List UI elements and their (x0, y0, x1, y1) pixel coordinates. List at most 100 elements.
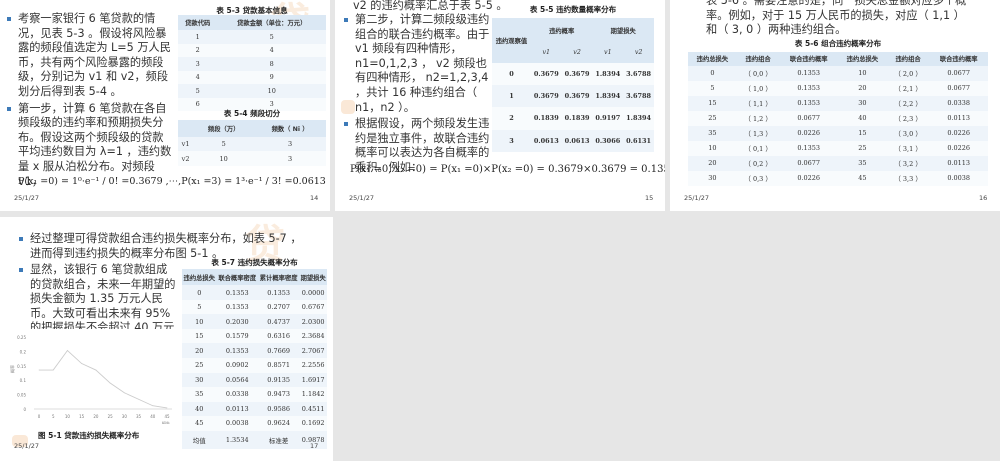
table-cell: 15 (837, 125, 887, 141)
table-title: 表 5-6 组合违约概率分布 (794, 39, 882, 48)
table-row: 30 0.0564 0.9135 1.6917 (182, 372, 327, 388)
table-cell: 0.3679 (530, 84, 562, 108)
table-cell: 0.3679 (561, 62, 593, 85)
table-cell: 0.0038 (929, 170, 988, 186)
x-tick-label: 40 (150, 414, 156, 419)
table-cell: 0.9624 (257, 416, 300, 431)
table-cell: 标准差 (257, 430, 300, 449)
table-row: 24 (178, 43, 326, 58)
slide-thumbnail-15[interactable]: v2 的违约概率汇总于表 5-5 。 第二步，计算二频段级违约组合的联合违约概率… (335, 0, 665, 211)
loss-distribution-chart: 0 0.05 0.1 0.15 0.2 0.25 0 5 10 15 20 25 30 35 40 45损失 概… (9, 335, 172, 424)
table-header-cell: 违约总损失 (837, 52, 887, 66)
table-cell: 0.0226 (779, 170, 838, 186)
slide-number: 17 (310, 442, 319, 450)
table-header-cell: 违约概率 (530, 18, 593, 44)
table-cell: 0.0613 (561, 129, 593, 152)
table-cell: 0.0000 (299, 285, 327, 300)
table-cell: 10 (688, 140, 737, 156)
data-point (67, 350, 68, 351)
slide-thumbnail-16[interactable]: 表 5-6 。需要注意的是，同一损失总金额对应多个概率。例如，对于 15 万人民… (670, 0, 1000, 211)
table-cell: 0.0677 (779, 110, 838, 126)
table-cell: 3 (254, 151, 326, 166)
table-cell: 1 (178, 30, 218, 44)
table-cell: 3.6788 (623, 62, 654, 85)
table-row: 35 （ 1,3 ） 0.0226 15 （ 3,0 ） 0.0226 (688, 125, 988, 141)
x-tick-label: 45 (164, 414, 170, 419)
table-cell: 0.6131 (623, 129, 654, 152)
data-point (152, 405, 154, 407)
table-cell: 0 (492, 62, 531, 85)
table-title: 表 5-5 违约数量概率分布 (529, 5, 617, 14)
table-row: 30 （ 0,3 ） 0.0226 45 （ 3,3 ） 0.0038 (688, 170, 988, 186)
table-header-cell (178, 120, 194, 137)
table-cell: 10 (837, 65, 887, 81)
bullet-item: 第二步，计算二频段级违约组合的联合违约概率。由于 v1 频段有四种情形，n1=0… (343, 13, 493, 115)
table-cell: 35 (182, 387, 217, 402)
table-header-cell: 违约总损失 (182, 269, 217, 286)
bullet-item: 考察一家银行 6 笔贷款的情况，见表 5-3 。假设将风险暴露的频段值选定为 L… (6, 12, 174, 100)
data-point (109, 382, 111, 384)
table-row: 15 (178, 30, 326, 44)
table-header-cell: v1 (530, 43, 562, 63)
table-cell: 0.1353 (216, 285, 258, 300)
table-cell: 0.0677 (929, 80, 988, 96)
data-point (81, 363, 83, 364)
table-cell: 0.0113 (929, 155, 988, 171)
y-axis-label: 概率 (9, 365, 15, 373)
figure-caption: 图 5-1 贷款违约损失概率分布 (38, 431, 140, 440)
table-cell: 2.2556 (299, 358, 327, 373)
table-cell: 0.0226 (779, 125, 838, 141)
table-cell: 0.0226 (929, 125, 988, 141)
cut-text: 表 5-6 。需要注意的是，同一损失总金额对应多个概率。例如，对于 15 万人民… (706, 0, 967, 37)
table-cell: （ 0,1 ） (736, 140, 780, 156)
y-tick-label: 0.1 (20, 378, 27, 383)
table-title: 表 5-4 频段切分 (223, 109, 281, 118)
slide-number: 15 (645, 194, 654, 202)
bullet-item: 显然，该银行 6 笔贷款组成的贷款组合，未来一年期望的损失金额为 1.35 万元… (18, 263, 176, 329)
table-cell: 35 (688, 125, 737, 141)
table-cell: 0.1353 (779, 95, 838, 111)
slide-thumbnail-14[interactable]: 贷 考察一家银行 6 笔贷款的情况，见表 5-3 。假设将风险暴露的频段值选定为… (0, 0, 330, 211)
table-header-cell: 违约组合 (886, 52, 930, 66)
table-cell: 0.1353 (216, 299, 258, 315)
table-cell: 1.3534 (216, 430, 258, 449)
table-cell: 3 (178, 57, 218, 71)
table-cell: 5 (217, 30, 326, 44)
table-cell: 0.4511 (299, 401, 327, 417)
combo-prob-table-grid: 违约总损失 违约组合 联合违约概率 违约总损失 违约组合 联合违约概率 0 （ 0,0 ） 0.… (688, 52, 988, 186)
table-header-cell: 联合违约概率 (779, 52, 838, 66)
table-cell: 30 (182, 372, 217, 388)
table-header-row: 违约总损失 联合概率密度 累计概率密度 期望损失 (182, 269, 327, 286)
table-cell: 45 (837, 170, 887, 186)
table-cell: （ 0,2 ） (736, 155, 780, 171)
table-cell: 35 (837, 155, 887, 171)
table-cell: 10 (193, 151, 255, 166)
table-cell: 0.0338 (216, 387, 258, 402)
slide-date: 25/1/27 (14, 194, 40, 202)
table-header-row: 违约总损失 违约组合 联合违约概率 违约总损失 违约组合 联合违约概率 (688, 52, 988, 66)
table-header-cell: 贷款金额（单位：万元） (217, 15, 326, 31)
table-row: 40 0.0113 0.9586 0.4511 (182, 401, 327, 417)
table-cell: 0.1579 (216, 328, 258, 344)
table-cell: 4 (217, 43, 326, 58)
table-cell: 15 (182, 328, 217, 344)
table-cell: 0.1353 (216, 343, 258, 359)
table-cell: 1.1842 (299, 387, 327, 402)
table-cell: 25 (837, 140, 887, 156)
table-cell: 均值 (182, 430, 217, 449)
table-cell: 30 (688, 170, 737, 186)
table-cell: 0.6316 (257, 328, 300, 344)
table-row: 0 （ 0,0 ） 0.1353 10 （ 2,0 ） 0.0677 (688, 65, 988, 81)
table-row: 45 0.0038 0.9624 0.1692 (182, 416, 327, 431)
table-cell: 1 (492, 84, 531, 108)
bullet-list: 显然，该银行 6 笔贷款组成的贷款组合，未来一年期望的损失金额为 1.35 万元… (18, 263, 176, 329)
table-cell: 0.9473 (257, 387, 300, 402)
loss-dist-table-grid: 违约总损失 联合概率密度 累计概率密度 期望损失 0 0.1353 0.1353 0.0000… (182, 269, 327, 449)
table-title: 表 5-7 违约损失概率分布 (211, 258, 298, 267)
y-tick-label: 0.25 (17, 335, 26, 340)
x-tick-label: 25 (108, 414, 114, 419)
x-tick-label: 5 (52, 414, 55, 419)
slide-thumbnail-17[interactable]: 贷 经过整理可得贷款组合违约损失概率分布，如表 5-7 ，进而得到违约损失的概率… (0, 217, 333, 461)
table-header-cell: 违约总损失 (688, 52, 737, 66)
table-row: 25 （ 1,2 ） 0.0677 40 （ 2,3 ） 0.0113 (688, 110, 988, 126)
